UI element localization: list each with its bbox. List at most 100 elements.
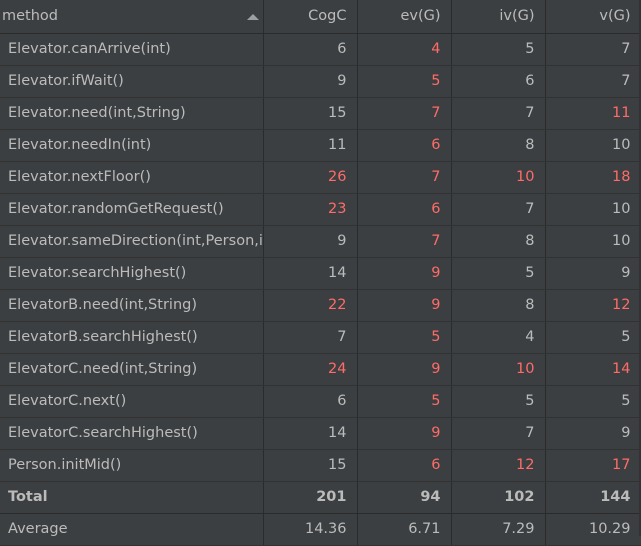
ivg-cell: 12 [451,449,546,482]
average-evg: 6.71 [357,513,452,546]
evg-cell: 7 [357,161,452,194]
table-row[interactable]: Elevator.sameDirection(int,Person,i 9 7 8 10 [0,225,641,258]
cogc-cell: 23 [263,193,358,226]
ivg-cell: 8 [451,289,546,322]
ivg-cell: 5 [451,257,546,290]
evg-cell: 4 [357,33,452,66]
vg-cell: 14 [545,353,641,386]
method-name-cell: Elevator.randomGetRequest() [0,193,264,226]
column-header-evg[interactable]: ev(G) [357,0,452,34]
average-ivg: 7.29 [451,513,546,546]
evg-cell: 9 [357,289,452,322]
column-header-ivg[interactable]: iv(G) [451,0,546,34]
table-body: Elevator.canArrive(int) 6 4 5 7 Elevator.ifWa… [0,33,641,546]
table-row[interactable]: Elevator.nextFloor() 26 7 10 18 [0,161,641,194]
table-row[interactable]: ElevatorB.need(int,String) 22 9 8 12 [0,289,641,322]
table-row[interactable]: Elevator.canArrive(int) 6 4 5 7 [0,33,641,66]
cogc-cell: 22 [263,289,358,322]
cogc-cell: 9 [263,65,358,98]
total-vg: 144 [545,481,641,514]
vg-cell: 7 [545,33,641,66]
evg-cell: 5 [357,385,452,418]
method-name-cell: ElevatorC.need(int,String) [0,353,264,386]
ivg-cell: 7 [451,193,546,226]
evg-cell: 7 [357,97,452,130]
table-row[interactable]: ElevatorC.searchHighest() 14 9 7 9 [0,417,641,450]
ivg-cell: 5 [451,385,546,418]
table-row[interactable]: ElevatorB.searchHighest() 7 5 4 5 [0,321,641,354]
ivg-cell: 8 [451,129,546,162]
evg-cell: 6 [357,193,452,226]
column-header-cogc[interactable]: CogC [263,0,358,34]
table-row[interactable]: ElevatorC.need(int,String) 24 9 10 14 [0,353,641,386]
evg-cell: 7 [357,225,452,258]
vg-cell: 5 [545,385,641,418]
evg-cell: 6 [357,129,452,162]
average-label: Average [0,513,264,546]
method-name-cell: ElevatorB.searchHighest() [0,321,264,354]
method-name-cell: Person.initMid() [0,449,264,482]
cogc-cell: 9 [263,225,358,258]
ivg-cell: 10 [451,161,546,194]
vg-cell: 9 [545,417,641,450]
method-name-cell: Elevator.canArrive(int) [0,33,264,66]
vg-cell: 18 [545,161,641,194]
table-row[interactable]: Elevator.needIn(int) 11 6 8 10 [0,129,641,162]
cogc-cell: 24 [263,353,358,386]
table-row[interactable]: Elevator.ifWait() 9 5 6 7 [0,65,641,98]
method-name-cell: Elevator.sameDirection(int,Person,i [0,225,264,258]
cogc-cell: 6 [263,385,358,418]
cogc-cell: 15 [263,449,358,482]
evg-cell: 5 [357,321,452,354]
method-name-cell: ElevatorC.searchHighest() [0,417,264,450]
total-label: Total [0,481,264,514]
ivg-cell: 7 [451,417,546,450]
table-header-row: method CogC ev(G) iv(G) v(G) [0,0,641,34]
total-ivg: 102 [451,481,546,514]
average-vg: 10.29 [545,513,641,546]
method-name-cell: Elevator.ifWait() [0,65,264,98]
cogc-cell: 14 [263,417,358,450]
cogc-cell: 14 [263,257,358,290]
vg-cell: 10 [545,225,641,258]
table-row[interactable]: ElevatorC.next() 6 5 5 5 [0,385,641,418]
evg-cell: 9 [357,353,452,386]
method-name-cell: Elevator.needIn(int) [0,129,264,162]
evg-cell: 9 [357,417,452,450]
ivg-cell: 10 [451,353,546,386]
cogc-cell: 6 [263,33,358,66]
method-name-cell: Elevator.need(int,String) [0,97,264,130]
vg-cell: 7 [545,65,641,98]
vg-cell: 10 [545,193,641,226]
table-row[interactable]: Person.initMid() 15 6 12 17 [0,449,641,482]
evg-cell: 6 [357,449,452,482]
ivg-cell: 4 [451,321,546,354]
ivg-cell: 7 [451,97,546,130]
cogc-cell: 26 [263,161,358,194]
vg-cell: 12 [545,289,641,322]
average-row[interactable]: Average 14.36 6.71 7.29 10.29 [0,513,641,546]
vg-cell: 9 [545,257,641,290]
total-row[interactable]: Total 201 94 102 144 [0,481,641,514]
ivg-cell: 6 [451,65,546,98]
total-cogc: 201 [263,481,358,514]
ivg-cell: 8 [451,225,546,258]
sort-ascending-icon[interactable] [246,14,259,20]
table-row[interactable]: Elevator.need(int,String) 15 7 7 11 [0,97,641,130]
cogc-cell: 11 [263,129,358,162]
vg-cell: 17 [545,449,641,482]
column-header-vg[interactable]: v(G) [545,0,641,34]
cogc-cell: 15 [263,97,358,130]
method-name-cell: ElevatorC.next() [0,385,264,418]
method-name-cell: Elevator.nextFloor() [0,161,264,194]
column-header-method[interactable]: method [0,0,264,34]
method-metrics-table: method CogC ev(G) iv(G) v(G) Elevator.ca… [0,0,641,546]
method-name-cell: Elevator.searchHighest() [0,257,264,290]
evg-cell: 9 [357,257,452,290]
evg-cell: 5 [357,65,452,98]
column-header-label: method [2,8,58,24]
table-row[interactable]: Elevator.randomGetRequest() 23 6 7 10 [0,193,641,226]
method-name-cell: ElevatorB.need(int,String) [0,289,264,322]
cogc-cell: 7 [263,321,358,354]
table-row[interactable]: Elevator.searchHighest() 14 9 5 9 [0,257,641,290]
